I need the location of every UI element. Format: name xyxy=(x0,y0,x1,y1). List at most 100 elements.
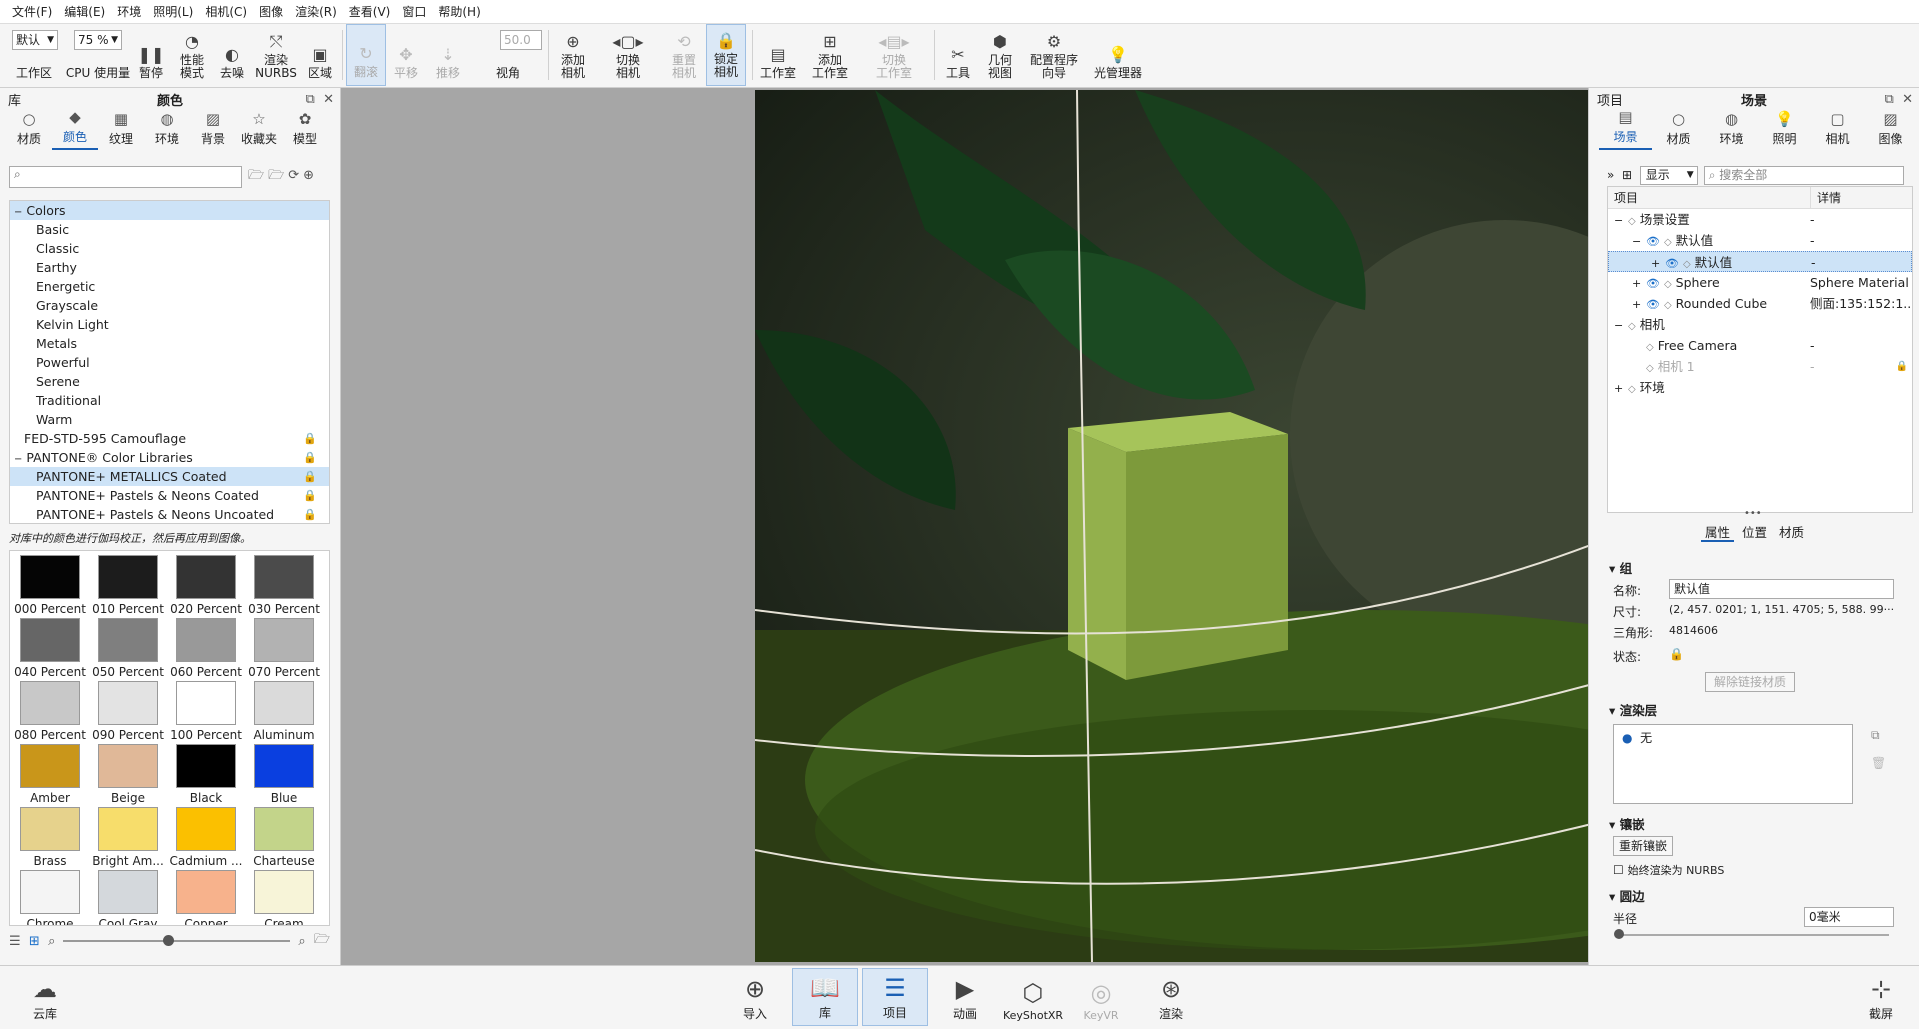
library-folder-icons[interactable]: 🗁🗁⟳⊕ xyxy=(248,166,318,188)
project-toggle-button[interactable]: ☰ 项目 xyxy=(862,968,928,1026)
collapse-icon[interactable]: » xyxy=(1607,168,1614,182)
menu-item[interactable]: 文件(F) xyxy=(6,3,58,20)
menu-item[interactable]: 编辑(E) xyxy=(58,3,111,20)
retessellate-button[interactable]: 重新镶嵌 xyxy=(1613,836,1673,856)
menu-item[interactable]: 渲染(R) xyxy=(289,3,343,20)
tree-item[interactable]: Warm xyxy=(10,410,329,429)
expander-icon[interactable]: − xyxy=(1614,210,1628,231)
zoom-out-icon[interactable]: ⌕ xyxy=(48,934,55,949)
switch-camera-button[interactable]: ◂▢▸ 切换 相机 xyxy=(598,24,658,86)
tab-position[interactable]: 位置 xyxy=(1738,525,1771,540)
tree-item[interactable]: FED-STD-595 Camouflage 🔒 xyxy=(10,429,329,448)
menu-item[interactable]: 帮助(H) xyxy=(432,3,486,20)
list-view-icon[interactable]: ☰ xyxy=(9,934,21,949)
scene-tree-row[interactable]: + 👁 ◇ Rounded Cube 侧面:135:152:1... xyxy=(1608,293,1912,314)
add-group-icon[interactable]: ⊞ xyxy=(1622,168,1632,182)
performance-mode-button[interactable]: ◔ 性能 模式 xyxy=(172,24,212,86)
expander-icon[interactable]: + xyxy=(1614,378,1628,399)
light-manager-button[interactable]: 💡 光管理器 xyxy=(1088,24,1148,86)
menu-item[interactable]: 查看(V) xyxy=(343,3,397,20)
keyvr-button[interactable]: ◎ KeyVR xyxy=(1068,968,1134,1026)
project-tab[interactable]: ▤ 场景 xyxy=(1599,108,1652,150)
radius-slider[interactable] xyxy=(1614,929,1889,939)
color-swatch[interactable]: Brass xyxy=(12,807,88,868)
color-swatch[interactable]: 020 Percent xyxy=(168,555,244,616)
color-swatch[interactable]: Black xyxy=(168,744,244,805)
scene-tree-row[interactable]: − ◇ 相机 xyxy=(1608,314,1912,335)
zoom-in-icon[interactable]: ⌕ xyxy=(298,934,305,949)
render-layer-item[interactable]: ● 无 xyxy=(1614,725,1852,750)
tree-item[interactable]: Basic xyxy=(10,220,329,239)
render-nurbs-button[interactable]: ⤲ 渲染 NURBS xyxy=(254,24,298,86)
library-tab[interactable]: ☆ 收藏夹 xyxy=(236,110,282,150)
menu-item[interactable]: 窗口 xyxy=(396,3,432,20)
tree-item[interactable]: PANTONE+ Pastels & Neons Coated 🔒 xyxy=(10,486,329,505)
tree-item[interactable]: Kelvin Light xyxy=(10,315,329,334)
tree-item[interactable]: PANTONE+ METALLICS Coated 🔒 xyxy=(10,467,329,486)
expander-icon[interactable]: + xyxy=(1632,294,1646,315)
scene-tree-row[interactable]: + ◇ 环境 xyxy=(1608,377,1912,398)
color-swatch[interactable]: 090 Percent xyxy=(90,681,166,742)
color-swatch[interactable]: 060 Percent xyxy=(168,618,244,679)
color-swatch[interactable]: 040 Percent xyxy=(12,618,88,679)
color-swatch[interactable]: 010 Percent xyxy=(90,555,166,616)
panel-controls[interactable]: ⧉ ✕ xyxy=(1885,92,1913,107)
tree-item[interactable]: Metals xyxy=(10,334,329,353)
scene-tree-row[interactable]: ◇ 相机 1 - 🔒 xyxy=(1608,356,1912,377)
folder-refresh-icon[interactable]: 🗁 xyxy=(314,930,330,952)
region-button[interactable]: ▣ 区域 xyxy=(302,24,338,86)
eye-icon[interactable]: 👁 xyxy=(1646,277,1660,290)
lock-icon[interactable]: 🔒 xyxy=(1669,647,1684,661)
library-tab[interactable]: ✿ 模型 xyxy=(282,110,328,150)
reset-camera-button[interactable]: ⟲ 重置 相机 xyxy=(664,24,704,86)
pause-button[interactable]: ❚❚ 暂停 xyxy=(134,24,168,86)
color-swatch[interactable]: Charteuse xyxy=(246,807,322,868)
import-button[interactable]: ⊕ 导入 xyxy=(722,968,788,1026)
geometry-view-button[interactable]: ⬢ 几何 视图 xyxy=(980,24,1020,86)
tree-item[interactable]: Classic xyxy=(10,239,329,258)
tree-item[interactable]: Grayscale xyxy=(10,296,329,315)
always-nurbs-checkbox[interactable]: ☐ 始终渲染为 NURBS xyxy=(1613,862,1724,878)
workspace-button[interactable]: 工作区 xyxy=(10,24,58,86)
scene-tree-row[interactable]: − ◇ 场景设置 - xyxy=(1608,209,1912,230)
scene-tree-row[interactable]: + 👁 ◇ Sphere Sphere Material xyxy=(1608,272,1912,293)
project-tab[interactable]: ○ 材质 xyxy=(1652,110,1705,150)
studio-button[interactable]: ▤ 工作室 xyxy=(756,24,800,86)
pan-button[interactable]: ✥ 平移 xyxy=(388,24,424,86)
scene-tree-row[interactable]: ◇ Free Camera - xyxy=(1608,335,1912,356)
tree-item[interactable]: Energetic xyxy=(10,277,329,296)
configurator-wizard-button[interactable]: ⚙ 配置程序 向导 xyxy=(1024,24,1084,86)
project-tab[interactable]: ▨ 图像 xyxy=(1864,110,1917,150)
library-search-input[interactable]: ⌕ xyxy=(9,166,242,188)
menu-item[interactable]: 图像 xyxy=(253,3,289,20)
add-camera-button[interactable]: ⊕ 添加 相机 xyxy=(552,24,594,86)
trash-icon[interactable]: 🗑 xyxy=(1871,756,1886,770)
tree-item[interactable]: PANTONE+ Pastels & Neons Uncoated 🔒 xyxy=(10,505,329,523)
animation-button[interactable]: ▶ 动画 xyxy=(932,968,998,1026)
unlink-material-button[interactable]: 解除链接材质 xyxy=(1705,672,1795,692)
tumble-button[interactable]: ↻ 翻滚 xyxy=(346,24,386,86)
expander-icon[interactable]: − xyxy=(1614,315,1628,336)
render-layers-section-header[interactable]: ▾ 渲染层 xyxy=(1609,700,1899,719)
cpu-usage-button[interactable]: CPU 使用量 xyxy=(64,24,132,86)
show-combo[interactable]: 显示 ▼ xyxy=(1639,165,1698,185)
scene-tree-row[interactable]: + 👁 ◇ 默认值 - xyxy=(1608,251,1912,272)
expander-icon[interactable]: − xyxy=(1632,231,1646,252)
library-tab[interactable]: ▨ 背景 xyxy=(190,110,236,150)
color-swatch[interactable]: Beige xyxy=(90,744,166,805)
tree-item[interactable]: − PANTONE® Color Libraries 🔒 xyxy=(10,448,329,467)
color-swatch[interactable]: 070 Percent xyxy=(246,618,322,679)
project-tab[interactable]: 💡 照明 xyxy=(1758,110,1811,150)
color-swatch[interactable]: Bright Am... xyxy=(90,807,166,868)
tab-material[interactable]: 材质 xyxy=(1775,525,1808,540)
color-swatch[interactable]: 100 Percent xyxy=(168,681,244,742)
library-tab[interactable]: ○ 材质 xyxy=(6,110,52,150)
expander-icon[interactable]: + xyxy=(1632,273,1646,294)
library-tab[interactable]: ◍ 环境 xyxy=(144,110,190,150)
color-swatch[interactable]: Cool Gray xyxy=(90,870,166,925)
expander-icon[interactable]: − xyxy=(14,454,22,465)
tree-item[interactable]: Serene xyxy=(10,372,329,391)
menu-item[interactable]: 照明(L) xyxy=(147,3,199,20)
color-swatch[interactable]: Copper xyxy=(168,870,244,925)
tools-button[interactable]: ✂ 工具 xyxy=(938,24,978,86)
